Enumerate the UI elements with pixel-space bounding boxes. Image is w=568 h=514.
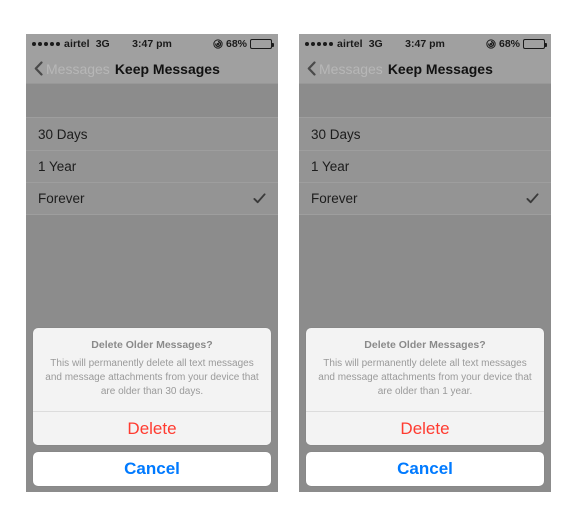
list-top-spacer [299, 84, 551, 117]
signal-strength-icon [305, 42, 333, 46]
page-title: Keep Messages [114, 60, 220, 77]
back-button[interactable]: Messages [307, 61, 383, 77]
content-area: 30 Days 1 Year Forever Delete Older Mess… [26, 84, 278, 492]
alert-message: This will permanently delete all text me… [318, 358, 532, 397]
screenshot-stage: airtel 3G 3:47 pm 68% Messages Keep Mess… [0, 0, 568, 514]
rotation-lock-icon [213, 39, 223, 49]
alert-title: Delete Older Messages? [91, 339, 213, 351]
list-top-spacer [26, 84, 278, 117]
list-item-label: 30 Days [38, 126, 88, 142]
list-item[interactable]: 30 Days [299, 118, 551, 150]
checkmark-icon [526, 192, 539, 205]
alert-title: Delete Older Messages? [364, 339, 486, 351]
options-list: 30 Days 1 Year Forever [299, 117, 551, 215]
content-area: 30 Days 1 Year Forever Delete Older Mess… [299, 84, 551, 492]
list-item-label: 1 Year [38, 159, 77, 174]
status-bar: airtel 3G 3:47 pm 68% [299, 34, 551, 54]
back-button[interactable]: Messages [34, 61, 110, 77]
battery-icon [523, 39, 547, 49]
list-item-label: Forever [311, 191, 358, 206]
battery-percent-label: 68% [225, 38, 247, 50]
alert-body: Delete Older Messages? This will permane… [33, 328, 271, 411]
signal-strength-icon [32, 42, 60, 46]
back-button-label: Messages [46, 60, 110, 77]
cancel-button[interactable]: Cancel [306, 452, 544, 486]
chevron-left-icon [307, 61, 316, 76]
list-item[interactable]: Forever [26, 182, 278, 214]
action-sheet: Delete Older Messages? This will permane… [33, 328, 271, 486]
page-title: Keep Messages [387, 60, 493, 77]
status-bar-left: airtel 3G [32, 38, 110, 50]
list-item-label: Forever [38, 191, 85, 206]
left-panel: airtel 3G 3:47 pm 68% Messages Keep Mess… [26, 34, 278, 492]
alert-dialog: Delete Older Messages? This will permane… [306, 328, 544, 445]
cancel-button[interactable]: Cancel [33, 452, 271, 486]
action-sheet: Delete Older Messages? This will permane… [306, 328, 544, 486]
alert-body: Delete Older Messages? This will permane… [306, 328, 544, 411]
delete-button[interactable]: Delete [33, 411, 271, 445]
carrier-label: airtel [337, 38, 363, 50]
navigation-bar: Messages Keep Messages [299, 54, 551, 84]
status-bar: airtel 3G 3:47 pm 68% [26, 34, 278, 54]
list-item-label: 30 Days [311, 126, 361, 142]
list-item-label: 1 Year [311, 159, 350, 174]
options-list: 30 Days 1 Year Forever [26, 117, 278, 215]
rotation-lock-icon [486, 39, 496, 49]
list-item[interactable]: 30 Days [26, 118, 278, 150]
status-bar-left: airtel 3G [305, 38, 383, 50]
delete-button[interactable]: Delete [306, 411, 544, 445]
list-item[interactable]: 1 Year [26, 150, 278, 182]
navigation-bar: Messages Keep Messages [26, 54, 278, 84]
right-panel: airtel 3G 3:47 pm 68% Messages Keep Mess… [299, 34, 551, 492]
back-button-label: Messages [319, 60, 383, 77]
battery-percent-label: 68% [498, 38, 520, 50]
network-type-label: 3G [368, 38, 383, 50]
list-item[interactable]: 1 Year [299, 150, 551, 182]
checkmark-icon [253, 192, 266, 205]
battery-icon [250, 39, 274, 49]
list-item[interactable]: Forever [299, 182, 551, 214]
network-type-label: 3G [95, 38, 110, 50]
chevron-left-icon [34, 61, 43, 76]
status-bar-right: 68% [486, 38, 547, 50]
alert-dialog: Delete Older Messages? This will permane… [33, 328, 271, 445]
carrier-label: airtel [64, 38, 90, 50]
alert-message: This will permanently delete all text me… [45, 358, 259, 397]
status-bar-right: 68% [213, 38, 274, 50]
